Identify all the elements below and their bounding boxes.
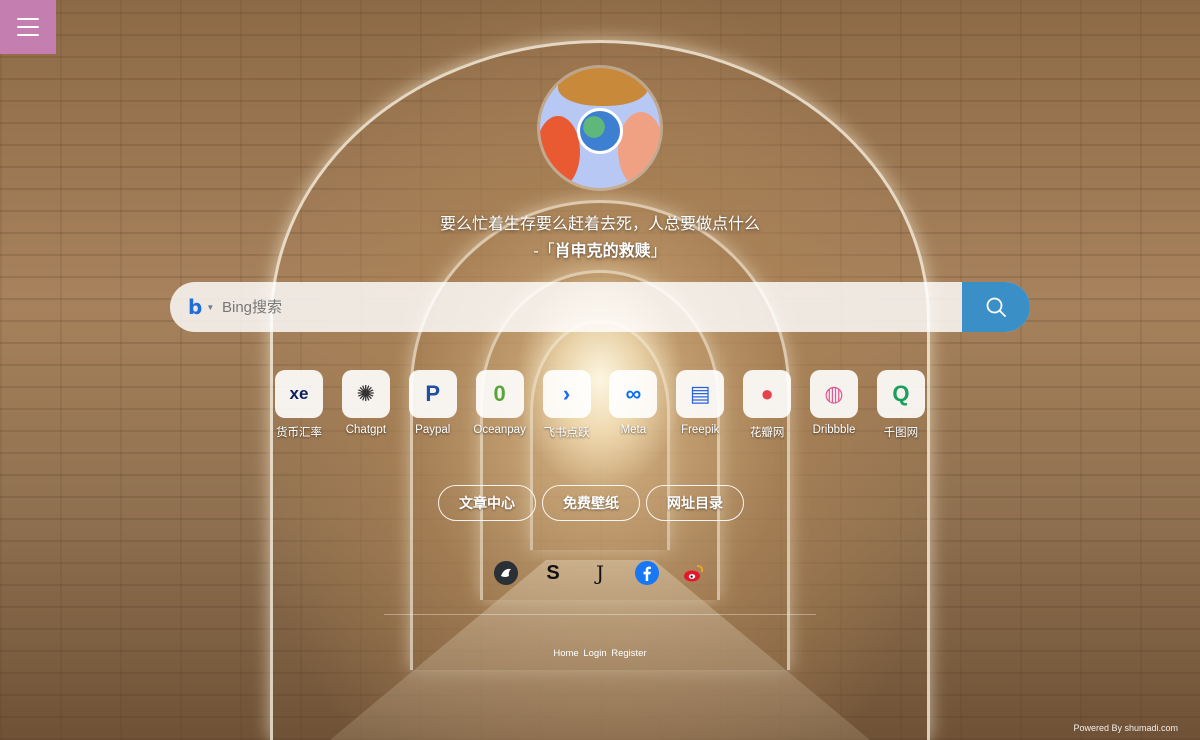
oceanpay-icon: 0 [475, 370, 524, 418]
register-link[interactable]: Register [611, 648, 646, 659]
shortcut-grid: xe 货币汇率 ✺ Chatgpt P Paypal 0 Oceanpay › 飞书点跃 ∞ Meta… [266, 370, 934, 440]
j-logo-icon[interactable]: J [588, 561, 612, 585]
xe-icon: xe [275, 370, 323, 418]
home-link[interactable]: Home [553, 648, 578, 659]
bird-avatar-icon[interactable] [494, 561, 518, 585]
quote-source: -「肖申克的救赎」 [533, 243, 667, 260]
s-logo-icon[interactable]: S [541, 561, 565, 585]
meta-icon: ∞ [609, 370, 658, 418]
shortcut-label: Dribbble [812, 424, 856, 436]
facebook-icon[interactable] [635, 561, 659, 585]
search-icon [986, 297, 1006, 317]
paypal-icon: P [408, 370, 457, 418]
caret-down-icon: ▼ [206, 302, 215, 312]
nav-directory-button[interactable]: 网址目录 [646, 485, 744, 521]
login-link[interactable]: Login [583, 648, 606, 659]
search-button[interactable] [962, 282, 1030, 332]
shortcut-label: Paypal [415, 424, 451, 436]
social-links: S J [494, 561, 706, 585]
shortcut-item[interactable]: ✺ Chatgpt [333, 370, 399, 440]
shortcut-label: 飞书点跃 [543, 427, 590, 439]
shortcut-label: 千图网 [883, 427, 919, 439]
shortcut-item[interactable]: ▤ Freepik [667, 370, 733, 440]
shortcut-label: Chatgpt [345, 424, 387, 436]
nav-articles-button[interactable]: 文章中心 [438, 485, 536, 521]
feishu-icon: › [542, 370, 591, 418]
shortcut-item[interactable]: ∞ Meta [600, 370, 666, 440]
shortcut-label: Oceanpay [473, 424, 526, 436]
bing-icon: b [188, 295, 203, 319]
search-engine-selector[interactable]: b ▼ [170, 282, 222, 332]
nav-wallpapers-button[interactable]: 免费壁纸 [542, 485, 640, 521]
shortcut-item[interactable]: Q 千图网 [868, 370, 934, 440]
shortcut-item[interactable]: ◍ Dribbble [801, 370, 867, 440]
qiantu-icon: Q [876, 370, 925, 418]
shortcut-item[interactable]: P Paypal [400, 370, 466, 440]
site-logo[interactable] [540, 68, 660, 188]
shortcut-label: 货币汇率 [276, 427, 322, 439]
shortcut-label: Meta [620, 424, 647, 436]
footer-links: Home Login Register [0, 648, 1200, 659]
quote-text: 要么忙着生存要么赶着去死，人总要做点什么 [439, 216, 760, 233]
footer-divider [384, 614, 816, 615]
powered-by: Powered By shumadi.com [1073, 723, 1178, 733]
huaban-icon: ● [743, 370, 792, 418]
globe-icon [577, 108, 623, 154]
search-input[interactable] [222, 282, 962, 332]
quote-source-title: 肖申克的救赎 [554, 243, 651, 260]
weibo-icon[interactable] [682, 561, 706, 585]
shortcut-item[interactable]: 0 Oceanpay [467, 370, 533, 440]
shortcut-item[interactable]: ● 花瓣网 [734, 370, 800, 440]
nav-pills: 文章中心 免费壁纸 网址目录 [438, 485, 744, 521]
freepik-icon: ▤ [676, 370, 725, 418]
shortcut-label: 花瓣网 [749, 427, 785, 439]
shortcut-item[interactable]: › 飞书点跃 [534, 370, 600, 440]
hamburger-menu-icon[interactable] [0, 0, 56, 54]
chatgpt-icon: ✺ [341, 370, 390, 418]
search-bar: b ▼ [170, 282, 1030, 332]
shortcut-label: Freepik [681, 424, 720, 436]
dribbble-icon: ◍ [810, 370, 858, 418]
shortcut-item[interactable]: xe 货币汇率 [266, 370, 332, 440]
